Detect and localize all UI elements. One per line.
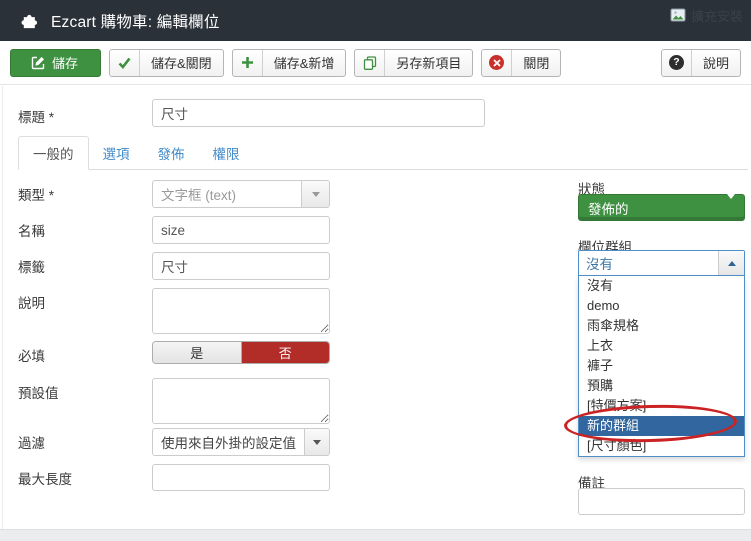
name-input[interactable] (152, 216, 330, 244)
footer-strip (0, 529, 751, 541)
navbar-right-label: 擴充安裝 (691, 6, 743, 25)
note-input[interactable] (578, 488, 745, 515)
default-value-textarea[interactable] (152, 378, 330, 424)
required-yes-option[interactable]: 是 (153, 342, 242, 363)
label-label: 標籤 (18, 256, 45, 276)
navbar-right-area[interactable]: 擴充安裝 (670, 6, 743, 25)
type-label: 類型 * (18, 184, 54, 204)
chevron-down-icon (727, 199, 744, 217)
save-copy-button[interactable]: 另存新項目 (354, 49, 473, 77)
status-select-value: 發佈的 (579, 198, 727, 218)
question-circle-icon: ? (662, 50, 692, 76)
chevron-down-icon (301, 181, 329, 207)
tab-bar: 一般的 選項 發佈 權限 (18, 142, 748, 170)
save-button[interactable]: 儲存 (10, 49, 101, 77)
close-button-label: 關閉 (512, 50, 560, 76)
content-left-edge (2, 86, 3, 529)
filter-select-value: 使用來自外掛的設定值 (153, 429, 304, 455)
help-button[interactable]: ? 說明 (661, 49, 741, 77)
title-field-label: 標題 * (18, 106, 54, 126)
max-length-label: 最大長度 (18, 468, 72, 488)
dropdown-option[interactable]: [尺寸顏色] (579, 436, 744, 456)
description-textarea[interactable] (152, 288, 330, 334)
tab-permissions[interactable]: 權限 (199, 137, 254, 169)
dropdown-option[interactable]: 褲子 (579, 356, 744, 376)
top-navbar: Ezcart 購物車: 編輯欄位 擴充安裝 (0, 0, 751, 41)
field-group-select-value: 沒有 (579, 251, 718, 275)
field-group-select[interactable]: 沒有 (578, 250, 745, 276)
dropdown-option[interactable]: 雨傘規格 (579, 316, 744, 336)
field-group-dropdown: 沒有 demo 雨傘規格 上衣 褲子 預購 [特價方案] 新的群組 [尺寸顏色] (578, 276, 745, 457)
save-close-button-label: 儲存&關閉 (140, 50, 223, 76)
required-label: 必填 (18, 345, 45, 365)
dropdown-option[interactable]: demo (579, 296, 744, 316)
dropdown-option-highlighted[interactable]: 新的群組 (579, 416, 744, 436)
filter-label: 過濾 (18, 432, 45, 452)
save-close-button[interactable]: 儲存&關閉 (109, 49, 224, 77)
toolbar: 儲存 儲存&關閉 儲存&新增 另存新項目 關閉 (0, 41, 751, 85)
puzzle-icon (20, 11, 39, 30)
required-toggle: 是 否 (152, 341, 330, 364)
default-value-label: 預設值 (18, 382, 59, 402)
filter-select[interactable]: 使用來自外掛的設定值 (152, 428, 330, 456)
media-image-icon (670, 8, 687, 23)
title-input[interactable] (152, 99, 485, 127)
close-button[interactable]: 關閉 (481, 49, 561, 77)
close-circle-icon (482, 50, 512, 76)
dropdown-option[interactable]: 預購 (579, 376, 744, 396)
copy-icon (355, 50, 385, 76)
save-new-button[interactable]: 儲存&新增 (232, 49, 347, 77)
page-title: Ezcart 購物車: 編輯欄位 (51, 10, 220, 32)
save-button-label: 儲存 (45, 50, 100, 76)
required-no-option[interactable]: 否 (242, 342, 330, 363)
description-label: 說明 (18, 292, 45, 312)
name-label: 名稱 (18, 220, 45, 240)
check-icon (110, 50, 140, 76)
tab-options[interactable]: 選項 (89, 137, 144, 169)
save-new-button-label: 儲存&新增 (263, 50, 346, 76)
max-length-input[interactable] (152, 464, 330, 491)
dropdown-option[interactable]: 沒有 (579, 276, 744, 296)
help-button-label: 說明 (692, 50, 740, 76)
status-select[interactable]: 發佈的 (578, 194, 745, 221)
dropdown-option[interactable]: 上衣 (579, 336, 744, 356)
chevron-down-icon (304, 429, 329, 455)
tab-general[interactable]: 一般的 (18, 136, 89, 170)
plus-icon (233, 50, 263, 76)
label-input[interactable] (152, 252, 330, 280)
dropdown-option[interactable]: [特價方案] (579, 396, 744, 416)
chevron-up-icon (718, 251, 744, 275)
type-select-value: 文字框 (text) (153, 181, 301, 207)
pencil-square-icon (11, 50, 45, 76)
tab-publishing[interactable]: 發佈 (144, 137, 199, 169)
edit-field-page: Ezcart 購物車: 編輯欄位 擴充安裝 儲存 儲存&關閉 儲存&新增 (0, 0, 751, 541)
save-copy-button-label: 另存新項目 (385, 50, 472, 76)
type-select: 文字框 (text) (152, 180, 330, 208)
